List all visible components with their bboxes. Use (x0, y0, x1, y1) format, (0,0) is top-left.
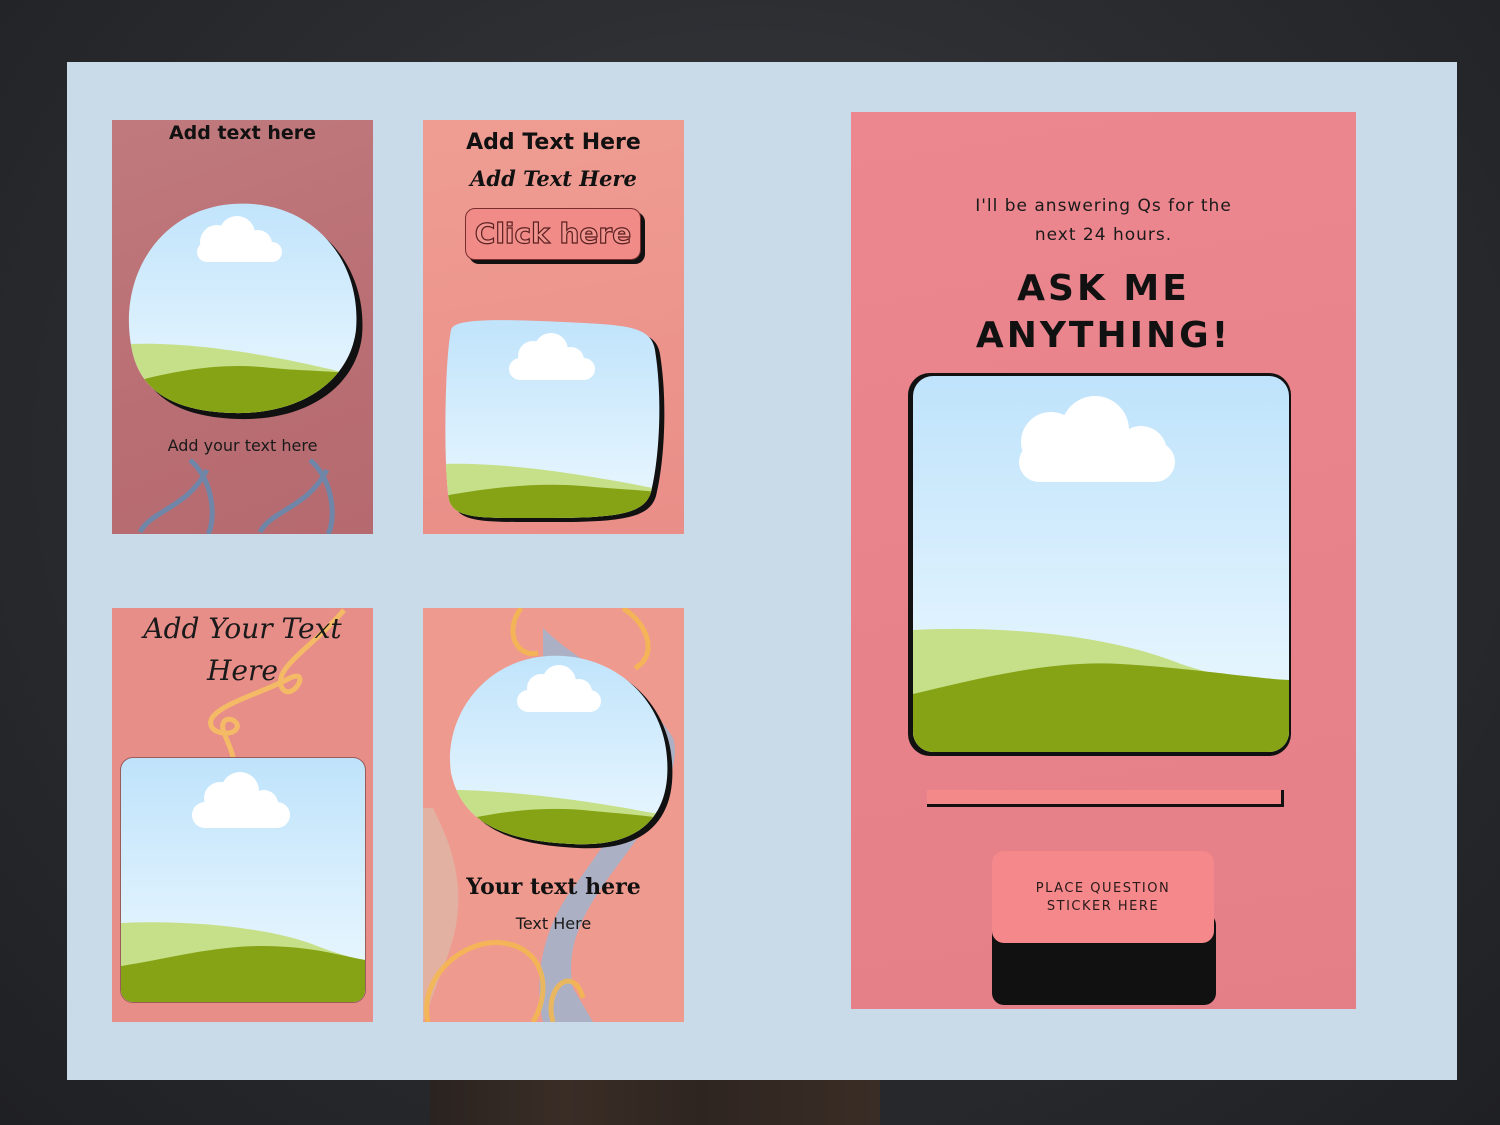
story-template-card-3[interactable]: Add Your Text Here (112, 608, 373, 1022)
story-template-card-4[interactable]: Your text here Text Here (423, 608, 684, 1022)
card2-graphics (423, 315, 684, 530)
card4-title[interactable]: Your text here (423, 874, 684, 900)
decorative-rings (137, 458, 335, 534)
card4-body-text[interactable]: Text Here (423, 914, 684, 933)
card4-graphics (423, 608, 675, 1022)
question-sticker-placeholder[interactable]: PLACE QUESTION STICKER HERE (992, 851, 1214, 943)
landscape-image-placeholder[interactable] (913, 376, 1289, 752)
landscape-image-placeholder[interactable] (112, 190, 373, 430)
story-template-card-1[interactable]: Add text here Add your text here (112, 120, 373, 534)
landscape-image-placeholder[interactable] (121, 758, 365, 1002)
card1-body-text[interactable]: Add your text here (112, 436, 373, 455)
card3-title-line1[interactable]: Add Your Text (112, 612, 373, 645)
wood-table-edge (430, 1080, 880, 1125)
sticker-label-line2: STICKER HERE (1046, 899, 1160, 914)
card5-divider-bar (927, 790, 1284, 807)
template-board: Add text here Add your text here Add Tex… (67, 62, 1457, 1080)
card1-graphics (112, 190, 373, 534)
card3-title-line2[interactable]: Here (112, 654, 373, 687)
landscape-image-placeholder[interactable] (423, 315, 684, 530)
story-template-card-5-ask-me-anything[interactable]: I'll be answering Qs for the next 24 hou… (851, 112, 1356, 1009)
sticker-label-line1: PLACE QUESTION (1035, 881, 1171, 896)
story-template-card-2[interactable]: Add Text Here Add Text Here Click here (423, 120, 684, 534)
